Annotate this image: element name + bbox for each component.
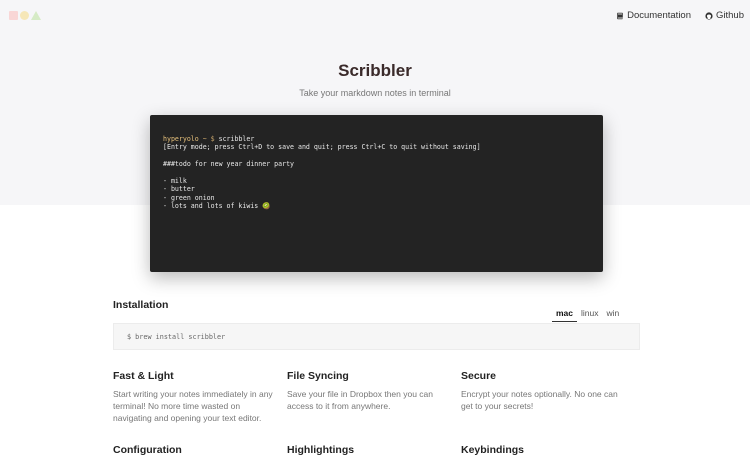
feature-fast-light: Fast & Light Start writing your notes im…	[113, 370, 273, 424]
page-subtitle: Take your markdown notes in terminal	[299, 88, 451, 98]
terminal-line: ###todo for new year dinner party	[163, 160, 295, 169]
nav-documentation-label: Documentation	[627, 10, 691, 21]
terminal-demo: hyperyolo ~ $ scribbler [Entry mode; pre…	[150, 115, 603, 272]
terminal-line: - lots and lots of kiwis 🥝	[163, 202, 271, 211]
terminal-line: - green onion	[163, 193, 215, 202]
terminal-line: - butter	[163, 185, 195, 194]
terminal-command: scribbler	[218, 135, 255, 143]
terminal-prompt-user: hyperyolo	[163, 135, 199, 143]
tab-linux[interactable]: linux	[577, 308, 602, 322]
logo-triangle-icon	[31, 10, 41, 20]
install-command: $ brew install scribbler	[127, 333, 226, 341]
top-nav: Documentation Github	[616, 10, 744, 21]
terminal-line: - milk	[163, 177, 187, 185]
terminal-prompt-path: ~ $	[198, 135, 219, 143]
nav-github-link[interactable]: Github	[705, 10, 744, 21]
nav-github-label: Github	[716, 10, 744, 21]
os-tabs: mac linux win	[552, 308, 623, 322]
feature-title: File Syncing	[287, 370, 349, 382]
feature-secure: Secure Encrypt your notes optionally. No…	[461, 370, 621, 412]
tab-mac[interactable]: mac	[552, 308, 578, 322]
feature-keybindings: Keybindings	[461, 444, 621, 462]
feature-title: Configuration	[113, 444, 182, 456]
page-title: Scribbler	[338, 61, 412, 80]
logo-square-icon	[9, 10, 18, 20]
terminal-prompt-line: hyperyolo ~ $ scribbler	[163, 135, 590, 143]
feature-title: Keybindings	[461, 444, 525, 456]
book-icon	[617, 12, 623, 19]
feature-title: Secure	[461, 370, 497, 382]
tab-win[interactable]: win	[603, 308, 624, 322]
feature-title: Fast & Light	[113, 370, 174, 382]
github-icon	[705, 11, 713, 20]
install-command-box[interactable]: $ brew install scribbler	[113, 323, 640, 350]
feature-description: Save your file in Dropbox then you can a…	[287, 389, 434, 411]
feature-highlightings: Highlightings	[287, 444, 447, 462]
feature-title: Highlightings	[287, 444, 355, 456]
terminal-line: [Entry mode; press Ctrl+D to save and qu…	[163, 143, 481, 152]
installation-title: Installation	[113, 299, 169, 311]
feature-configuration: Configuration	[113, 444, 273, 462]
logo-circle-icon	[20, 10, 29, 20]
feature-description: Start writing your notes immediately in …	[113, 389, 273, 423]
nav-documentation-link[interactable]: Documentation	[616, 10, 691, 21]
logo[interactable]	[9, 10, 41, 20]
feature-description: Encrypt your notes optionally. No one ca…	[461, 389, 618, 411]
feature-file-syncing: File Syncing Save your file in Dropbox t…	[287, 370, 447, 412]
